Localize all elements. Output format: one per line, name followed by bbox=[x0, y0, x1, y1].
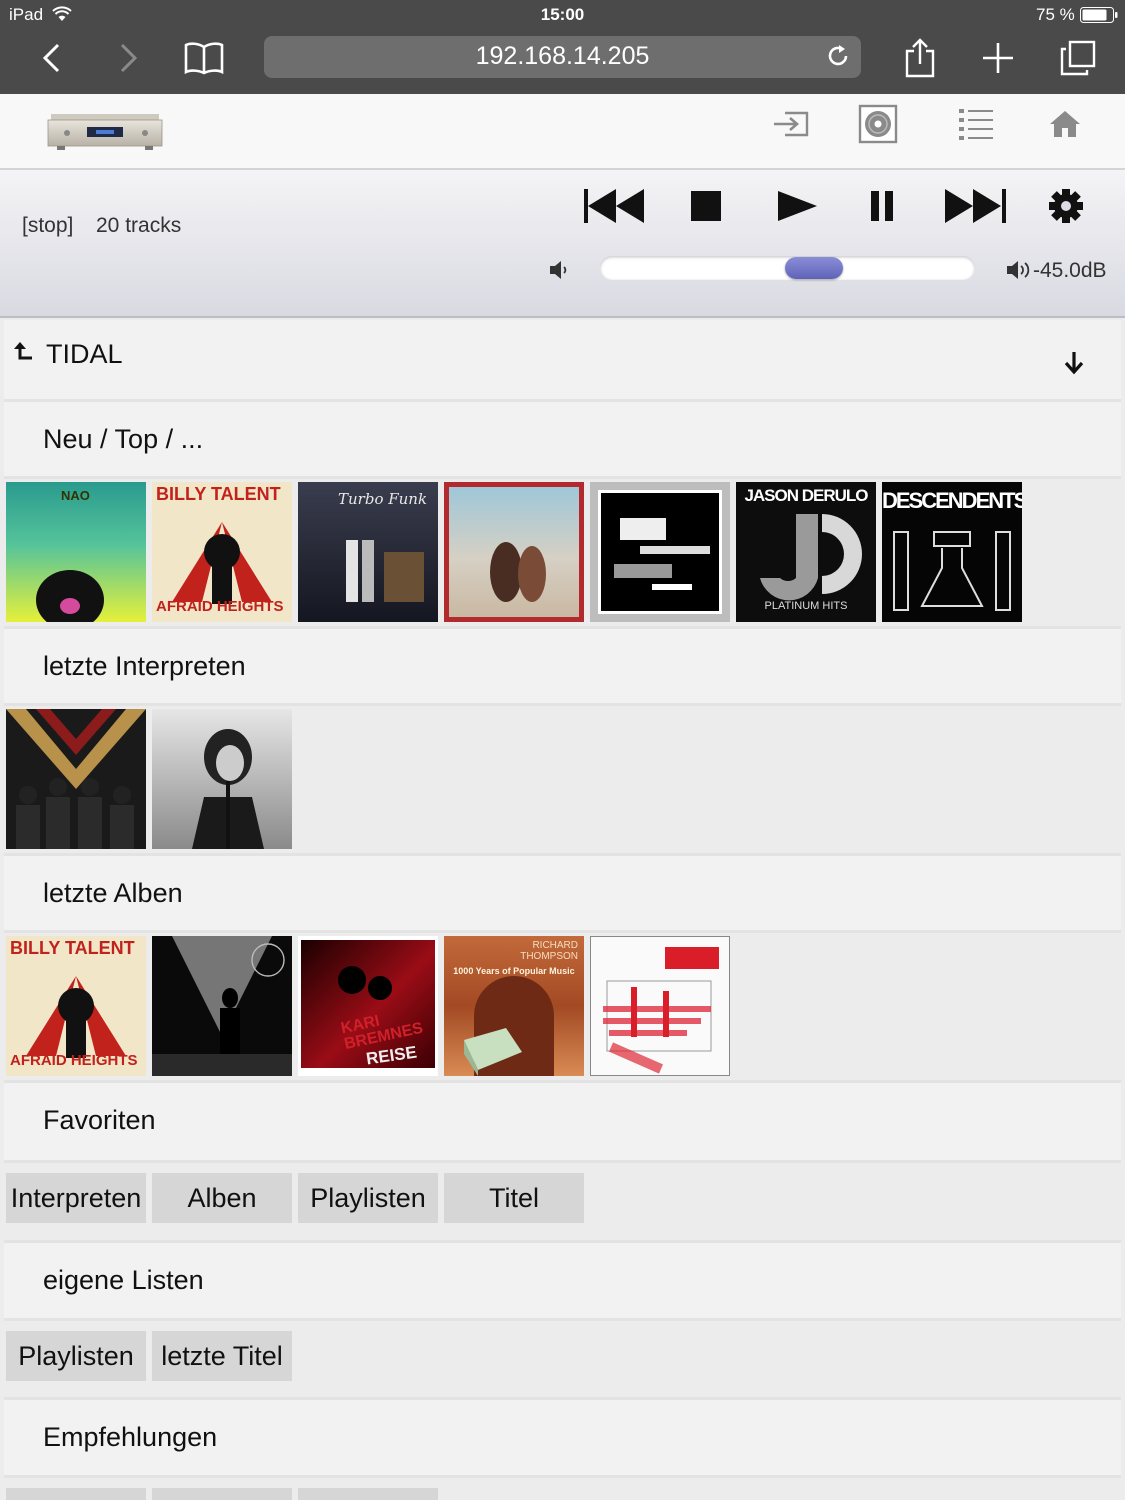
track-count: 20 tracks bbox=[96, 214, 182, 237]
favorites-buttons: Interpreten Alben Playlisten Titel bbox=[4, 1163, 1121, 1243]
transport-panel: [stop] 20 tracks -45.0dB bbox=[0, 170, 1125, 318]
section-title: Empfehlungen bbox=[43, 1422, 218, 1452]
battery-percentage: 75 % bbox=[1036, 5, 1075, 24]
recommendation-button[interactable] bbox=[6, 1488, 146, 1500]
own-lists-buttons: Playlisten letzte Titel bbox=[4, 1321, 1121, 1400]
cover-text: AFRAID HEIGHTS bbox=[156, 598, 284, 615]
artist-image[interactable] bbox=[6, 709, 146, 849]
back-arrow-icon[interactable] bbox=[12, 340, 36, 362]
album-cover[interactable]: KARI BREMNES REISE bbox=[298, 936, 438, 1076]
section-recent-albums[interactable]: letzte Alben bbox=[4, 856, 1121, 933]
recommendation-button[interactable] bbox=[298, 1488, 438, 1500]
input-icon[interactable] bbox=[766, 102, 816, 146]
section-title: Neu / Top / ... bbox=[43, 424, 204, 454]
artist-art bbox=[6, 709, 146, 849]
album-cover[interactable] bbox=[590, 936, 730, 1076]
previous-icon[interactable] bbox=[580, 186, 648, 226]
share-icon[interactable] bbox=[898, 36, 942, 80]
artist-image[interactable] bbox=[152, 709, 292, 849]
disc-icon[interactable] bbox=[853, 102, 903, 146]
cover-art bbox=[36, 570, 104, 622]
recent-artists-row bbox=[4, 706, 1121, 856]
section-new-top[interactable]: Neu / Top / ... bbox=[4, 402, 1121, 479]
album-cover[interactable] bbox=[444, 482, 584, 622]
section-own-lists[interactable]: eigene Listen bbox=[4, 1243, 1121, 1321]
cover-glitch bbox=[614, 518, 710, 590]
cover-text: AFRAID HEIGHTS bbox=[10, 1052, 138, 1069]
tabs-icon[interactable] bbox=[1056, 36, 1100, 80]
arrow-down-icon[interactable] bbox=[1062, 350, 1086, 376]
url-text: 192.168.14.205 bbox=[475, 42, 650, 70]
cover-art bbox=[464, 976, 554, 1076]
play-state: [stop] bbox=[22, 214, 74, 237]
cd-player-image bbox=[47, 114, 163, 150]
recent-tracks-button[interactable]: letzte Titel bbox=[152, 1331, 292, 1381]
stop-icon[interactable] bbox=[686, 186, 726, 226]
section-recommendations[interactable]: Empfehlungen bbox=[4, 1400, 1121, 1478]
browse-list: TIDAL Neu / Top / ... NAO BILLY TALENT A… bbox=[4, 320, 1121, 1500]
bookmarks-icon[interactable] bbox=[182, 36, 226, 80]
favorites-albums-button[interactable]: Alben bbox=[152, 1173, 292, 1223]
recommendation-button[interactable] bbox=[152, 1488, 292, 1500]
status-time: 15:00 bbox=[540, 5, 585, 24]
album-cover[interactable]: RICHARD THOMPSON 1000 Years of Popular M… bbox=[444, 936, 584, 1076]
volume-level: -45.0dB bbox=[1033, 259, 1107, 282]
artist-art bbox=[192, 729, 264, 849]
section-title: letzte Alben bbox=[43, 878, 183, 908]
volume-icon bbox=[1007, 261, 1030, 279]
status-bar: iPad 15:00 75 % bbox=[0, 0, 1125, 30]
back-icon[interactable] bbox=[30, 36, 74, 80]
section-favorites[interactable]: Favoriten bbox=[4, 1083, 1121, 1163]
reload-icon[interactable] bbox=[823, 41, 853, 71]
cover-art bbox=[152, 936, 292, 1076]
cover-text: BILLY TALENT bbox=[156, 484, 281, 504]
favorites-playlists-button[interactable]: Playlisten bbox=[298, 1173, 438, 1223]
section-recent-artists[interactable]: letzte Interpreten bbox=[4, 629, 1121, 706]
home-icon[interactable] bbox=[1040, 102, 1090, 146]
album-cover[interactable]: JASON DERULO PLATINUM HITS bbox=[736, 482, 876, 622]
album-cover[interactable] bbox=[152, 936, 292, 1076]
album-cover[interactable]: DESCENDENTS bbox=[882, 482, 1022, 622]
app-header bbox=[0, 94, 1125, 170]
recommendations-buttons bbox=[4, 1478, 1121, 1500]
favorites-tracks-button[interactable]: Titel bbox=[444, 1173, 584, 1223]
album-cover[interactable]: NAO bbox=[6, 482, 146, 622]
album-cover[interactable]: Turbo Funk bbox=[298, 482, 438, 622]
new-releases-row: NAO BILLY TALENT AFRAID HEIGHTS Turbo Fu… bbox=[4, 479, 1121, 629]
volume-slider-handle[interactable] bbox=[785, 257, 843, 279]
section-title: Favoriten bbox=[43, 1105, 156, 1135]
cover-text: PLATINUM HITS bbox=[764, 600, 848, 612]
recent-albums-row: BILLY TALENT AFRAID HEIGHTS KARI BREMNES… bbox=[4, 933, 1121, 1083]
album-cover[interactable]: BILLY TALENT AFRAID HEIGHTS bbox=[6, 936, 146, 1076]
favorites-artists-button[interactable]: Interpreten bbox=[6, 1173, 146, 1223]
list-icon[interactable] bbox=[951, 102, 1001, 146]
address-bar[interactable]: 192.168.14.205 bbox=[264, 36, 861, 78]
section-title: eigene Listen bbox=[43, 1265, 204, 1295]
settings-gear-icon[interactable] bbox=[1046, 186, 1086, 226]
volume-down-icon[interactable] bbox=[548, 259, 572, 281]
cover-art bbox=[893, 531, 1011, 611]
album-cover[interactable] bbox=[590, 482, 730, 622]
forward-icon[interactable] bbox=[106, 36, 150, 80]
volume-fill bbox=[600, 256, 814, 280]
source-header[interactable]: TIDAL bbox=[4, 320, 1121, 402]
cover-text: BILLY TALENT bbox=[10, 938, 135, 958]
section-title: letzte Interpreten bbox=[43, 651, 246, 681]
battery-icon bbox=[1080, 7, 1118, 23]
cover-art bbox=[603, 947, 719, 1074]
cover-figures bbox=[490, 542, 546, 602]
own-playlists-button[interactable]: Playlisten bbox=[6, 1331, 146, 1381]
pause-icon[interactable] bbox=[866, 186, 898, 226]
browser-chrome: iPad 15:00 75 % 192.168.14.205 bbox=[0, 0, 1125, 94]
new-tab-icon[interactable] bbox=[976, 36, 1020, 80]
album-cover[interactable]: BILLY TALENT AFRAID HEIGHTS bbox=[152, 482, 292, 622]
source-title: TIDAL bbox=[46, 339, 123, 369]
play-icon[interactable] bbox=[774, 186, 820, 226]
next-icon[interactable] bbox=[942, 186, 1010, 226]
cover-art bbox=[346, 540, 424, 602]
volume-slider[interactable] bbox=[600, 256, 975, 280]
